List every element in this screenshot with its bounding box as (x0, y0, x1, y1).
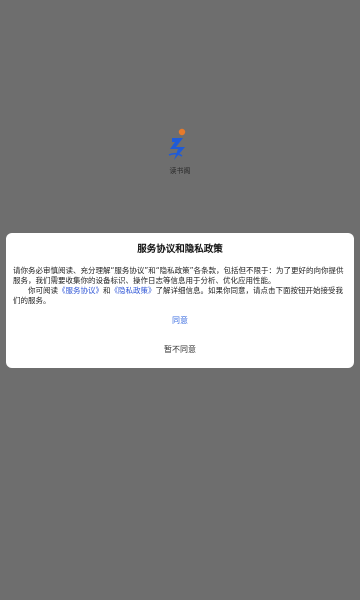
dialog-title: 服务协议和隐私政策 (137, 244, 223, 255)
agree-button[interactable]: 同意 (6, 313, 354, 329)
dialog-paragraph-1: 请你务必审慎阅读、充分理解“服务协议”和“隐私政策”各条款，包括但不限于：为了更… (13, 266, 344, 285)
paragraph-prefix: 你可阅读 (28, 286, 58, 295)
reader-logo-icon (166, 128, 194, 164)
privacy-policy-link[interactable]: 《隐私政策》 (111, 286, 156, 295)
app-name: 读书阁 (169, 167, 191, 175)
splash-screen: 读书阁 服务协议和隐私政策 请你务必审慎阅读、充分理解“服务协议”和“隐私政策”… (0, 0, 360, 600)
paragraph-and: 和 (103, 286, 111, 295)
dialog-body: 请你务必审慎阅读、充分理解“服务协议”和“隐私政策”各条款，包括但不限于：为了更… (13, 266, 349, 306)
dialog-paragraph-2: 你可阅读《服务协议》和《隐私政策》了解详细信息。如果你同意，请点击下面按钮开始接… (13, 286, 349, 306)
service-agreement-link[interactable]: 《服务协议》 (58, 286, 103, 295)
privacy-dialog: 服务协议和隐私政策 请你务必审慎阅读、充分理解“服务协议”和“隐私政策”各条款，… (6, 233, 354, 368)
disagree-button[interactable]: 暂不同意 (6, 342, 354, 358)
